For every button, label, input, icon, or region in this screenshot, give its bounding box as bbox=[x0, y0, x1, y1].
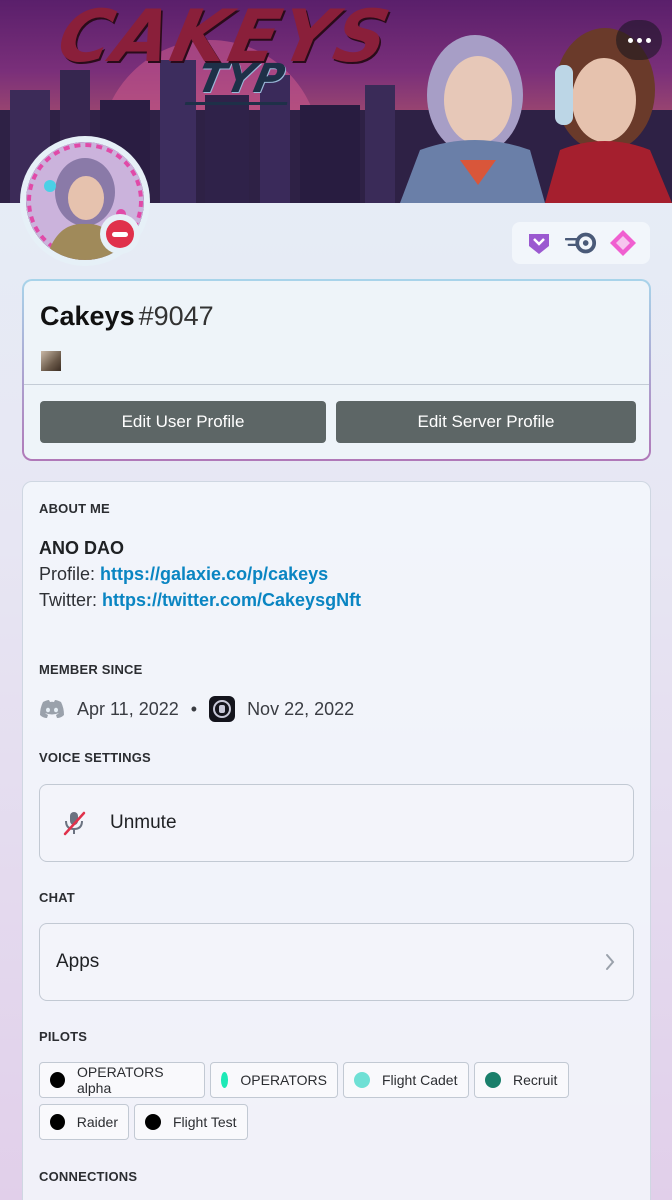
role-color-dot bbox=[145, 1114, 161, 1130]
username-display: Cakeys #9047 bbox=[40, 301, 214, 332]
role-name: Raider bbox=[76, 1114, 118, 1130]
about-me-line: ANO DAO bbox=[39, 538, 124, 558]
role-name: Flight Test bbox=[173, 1114, 237, 1130]
twitter-link[interactable]: https://twitter.com/CakeysgNft bbox=[102, 590, 361, 610]
connections-heading: CONNECTIONS bbox=[39, 1169, 138, 1184]
role-color-dot bbox=[50, 1114, 65, 1130]
role-tag[interactable]: Flight Test bbox=[134, 1104, 248, 1140]
chevron-right-icon bbox=[605, 953, 615, 971]
profile-badges bbox=[512, 222, 650, 264]
nitro-speed-icon[interactable] bbox=[565, 227, 597, 259]
role-tag[interactable]: Recruit bbox=[474, 1062, 569, 1098]
profile-link[interactable]: https://galaxie.co/p/cakeys bbox=[100, 564, 328, 584]
discord-logo-icon bbox=[39, 699, 65, 719]
edit-user-profile-button[interactable]: Edit User Profile bbox=[40, 401, 326, 443]
role-tag[interactable]: Raider bbox=[39, 1104, 129, 1140]
discord-join-date: Apr 11, 2022 bbox=[77, 698, 179, 719]
unmute-button[interactable]: Unmute bbox=[39, 784, 634, 862]
role-color-dot bbox=[50, 1072, 65, 1088]
dot-icon bbox=[627, 37, 633, 43]
role-color-dot bbox=[221, 1072, 229, 1088]
member-since-heading: MEMBER SINCE bbox=[39, 662, 143, 677]
server-logo-icon bbox=[209, 696, 236, 722]
apps-button[interactable]: Apps bbox=[39, 923, 634, 1001]
role-tag[interactable]: Flight Cadet bbox=[343, 1062, 469, 1098]
chat-heading: CHAT bbox=[39, 890, 75, 905]
boost-gem-icon[interactable] bbox=[607, 227, 639, 259]
role-color-dot bbox=[354, 1072, 370, 1088]
unmute-label: Unmute bbox=[110, 812, 177, 833]
member-since-row: Apr 11, 2022 • Nov 22, 2022 bbox=[39, 694, 354, 724]
separator: • bbox=[190, 698, 198, 719]
about-me-heading: ABOUT ME bbox=[39, 501, 110, 516]
custom-status-emoji bbox=[41, 351, 61, 371]
profile-prefix: Profile: bbox=[39, 564, 101, 584]
role-tag[interactable]: OPERATORS alpha bbox=[39, 1062, 205, 1098]
server-join-date: Nov 22, 2022 bbox=[247, 698, 355, 719]
role-name: Flight Cadet bbox=[382, 1072, 458, 1088]
role-color-dot bbox=[485, 1072, 501, 1088]
role-name: Recruit bbox=[513, 1072, 558, 1088]
hypesquad-icon[interactable] bbox=[523, 227, 555, 259]
status-dnd-indicator bbox=[100, 214, 140, 254]
role-name: OPERATORS alpha bbox=[77, 1064, 164, 1096]
apps-label: Apps bbox=[56, 951, 100, 972]
role-name: OPERATORS bbox=[240, 1072, 327, 1088]
more-options-button[interactable] bbox=[616, 20, 662, 60]
profile-details-card: ABOUT ME ANO DAO Profile: https://galaxi… bbox=[22, 481, 651, 1200]
edit-server-profile-button[interactable]: Edit Server Profile bbox=[336, 401, 636, 443]
do-not-disturb-icon bbox=[106, 220, 134, 248]
banner-subtitle: TYP bbox=[184, 56, 297, 105]
dot-icon bbox=[645, 37, 651, 43]
voice-settings-heading: VOICE SETTINGS bbox=[39, 750, 151, 765]
about-twitter-line: Twitter: https://twitter.com/CakeysgNft bbox=[39, 590, 361, 611]
discriminator: #9047 bbox=[138, 301, 214, 331]
about-profile-line: Profile: https://galaxie.co/p/cakeys bbox=[39, 564, 328, 585]
user-info-card: Cakeys #9047 Edit User Profile Edit Serve… bbox=[22, 279, 651, 461]
role-tag[interactable]: OPERATORS bbox=[210, 1062, 338, 1098]
pilots-heading: PILOTS bbox=[39, 1029, 88, 1044]
dot-icon bbox=[636, 37, 642, 43]
muted-microphone-icon bbox=[62, 810, 86, 836]
twitter-prefix: Twitter: bbox=[39, 590, 103, 610]
username: Cakeys bbox=[40, 301, 135, 331]
divider bbox=[24, 384, 649, 385]
